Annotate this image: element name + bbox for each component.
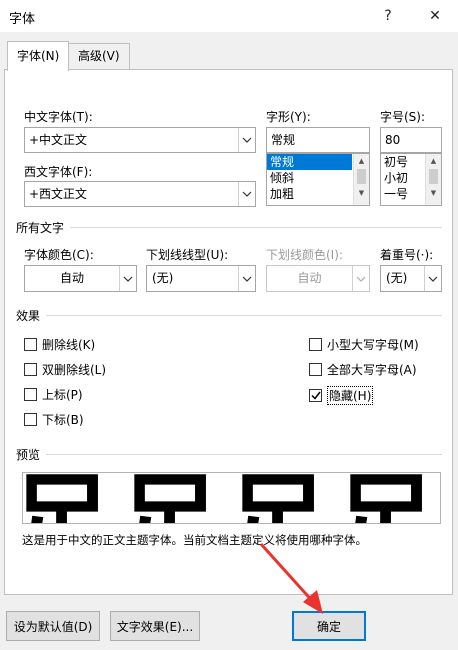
- scroll-up-icon[interactable]: ▲: [426, 154, 441, 167]
- section-title: 预览: [16, 447, 41, 462]
- scrollbar[interactable]: ▲ ▼: [425, 154, 441, 205]
- underline-color-label: 下划线颜色(I):: [266, 248, 343, 262]
- western-font-combo[interactable]: +西文正文: [24, 181, 256, 207]
- font-style-label: 字形(Y):: [266, 110, 311, 124]
- font-color-label: 字体颜色(C):: [24, 248, 94, 262]
- tab-font[interactable]: 字体(N): [7, 41, 70, 71]
- underline-style-select[interactable]: (无): [146, 265, 256, 292]
- chevron-down-icon[interactable]: [238, 266, 255, 291]
- chinese-font-label: 中文字体(T):: [24, 110, 93, 124]
- font-size-input[interactable]: 80: [380, 127, 442, 153]
- hidden-checkbox[interactable]: 隐藏(H): [309, 386, 374, 405]
- underline-color-select[interactable]: 自动: [266, 265, 370, 292]
- chevron-down-icon[interactable]: [352, 266, 369, 291]
- red-arrow-annotation: [259, 542, 323, 614]
- font-size-list[interactable]: 初号 小初 一号 ▲ ▼: [380, 153, 442, 206]
- superscript-checkbox[interactable]: 上标(P): [24, 386, 83, 403]
- preview-glyph: 足: [335, 473, 435, 524]
- chevron-down-icon[interactable]: [238, 128, 255, 152]
- font-color-select[interactable]: 自动: [24, 265, 137, 292]
- emphasis-select[interactable]: (无): [380, 265, 442, 292]
- section-title: 效果: [16, 308, 41, 323]
- scroll-up-icon[interactable]: ▲: [354, 154, 369, 167]
- scroll-thumb[interactable]: [429, 169, 438, 184]
- close-button[interactable]: ✕: [421, 4, 449, 28]
- all-caps-checkbox[interactable]: 全部大写字母(A): [309, 361, 417, 378]
- chevron-down-icon[interactable]: [424, 266, 441, 291]
- chevron-down-icon[interactable]: [238, 182, 255, 206]
- emphasis-label: 着重号(·):: [380, 248, 434, 262]
- tab-advanced[interactable]: 高级(V): [68, 43, 130, 69]
- chinese-font-value: +中文正文: [29, 133, 88, 147]
- help-button[interactable]: ?: [374, 4, 402, 28]
- preview-glyph: 足: [227, 473, 327, 524]
- preview-glyphs: 足 足 足 足: [23, 473, 435, 524]
- preview-glyph: 足: [119, 473, 219, 524]
- window-title: 字体: [9, 12, 36, 27]
- section-title: 所有文字: [16, 220, 65, 235]
- western-font-label: 西文字体(F):: [24, 165, 93, 179]
- western-font-value: +西文正文: [29, 187, 88, 201]
- scrollbar[interactable]: ▲ ▼: [353, 154, 369, 205]
- scroll-down-icon[interactable]: ▼: [354, 186, 369, 199]
- preview-section: 预览: [16, 447, 442, 462]
- scroll-thumb[interactable]: [357, 169, 366, 184]
- chevron-down-icon[interactable]: [119, 266, 136, 291]
- subscript-checkbox[interactable]: 下标(B): [24, 411, 84, 428]
- close-icon: ✕: [429, 8, 441, 24]
- small-caps-checkbox[interactable]: 小型大写字母(M): [309, 336, 419, 353]
- list-item[interactable]: 常规: [267, 154, 352, 170]
- strikethrough-checkbox[interactable]: 删除线(K): [24, 336, 95, 353]
- text-effects-button[interactable]: 文字效果(E)...: [110, 611, 200, 641]
- preview-box: 足 足 足 足: [22, 472, 441, 524]
- chinese-font-combo[interactable]: +中文正文: [24, 127, 256, 153]
- set-default-button[interactable]: 设为默认值(D): [6, 611, 100, 641]
- preview-glyph: 足: [23, 473, 111, 524]
- double-strikethrough-checkbox[interactable]: 双删除线(L): [24, 361, 106, 378]
- all-text-section: 所有文字: [16, 220, 442, 235]
- font-style-input[interactable]: 常规: [266, 127, 370, 153]
- effects-section: 效果: [16, 308, 442, 323]
- underline-style-label: 下划线线型(U):: [146, 248, 229, 262]
- checkmark-icon[interactable]: [309, 389, 322, 402]
- tab-font-label: 字体(N): [17, 49, 60, 63]
- help-icon: ?: [384, 8, 392, 24]
- font-size-label: 字号(S):: [380, 110, 426, 124]
- font-style-list[interactable]: 常规 倾斜 加粗 ▲ ▼: [266, 153, 370, 206]
- tab-advanced-label: 高级(V): [78, 49, 120, 63]
- scroll-down-icon[interactable]: ▼: [426, 186, 441, 199]
